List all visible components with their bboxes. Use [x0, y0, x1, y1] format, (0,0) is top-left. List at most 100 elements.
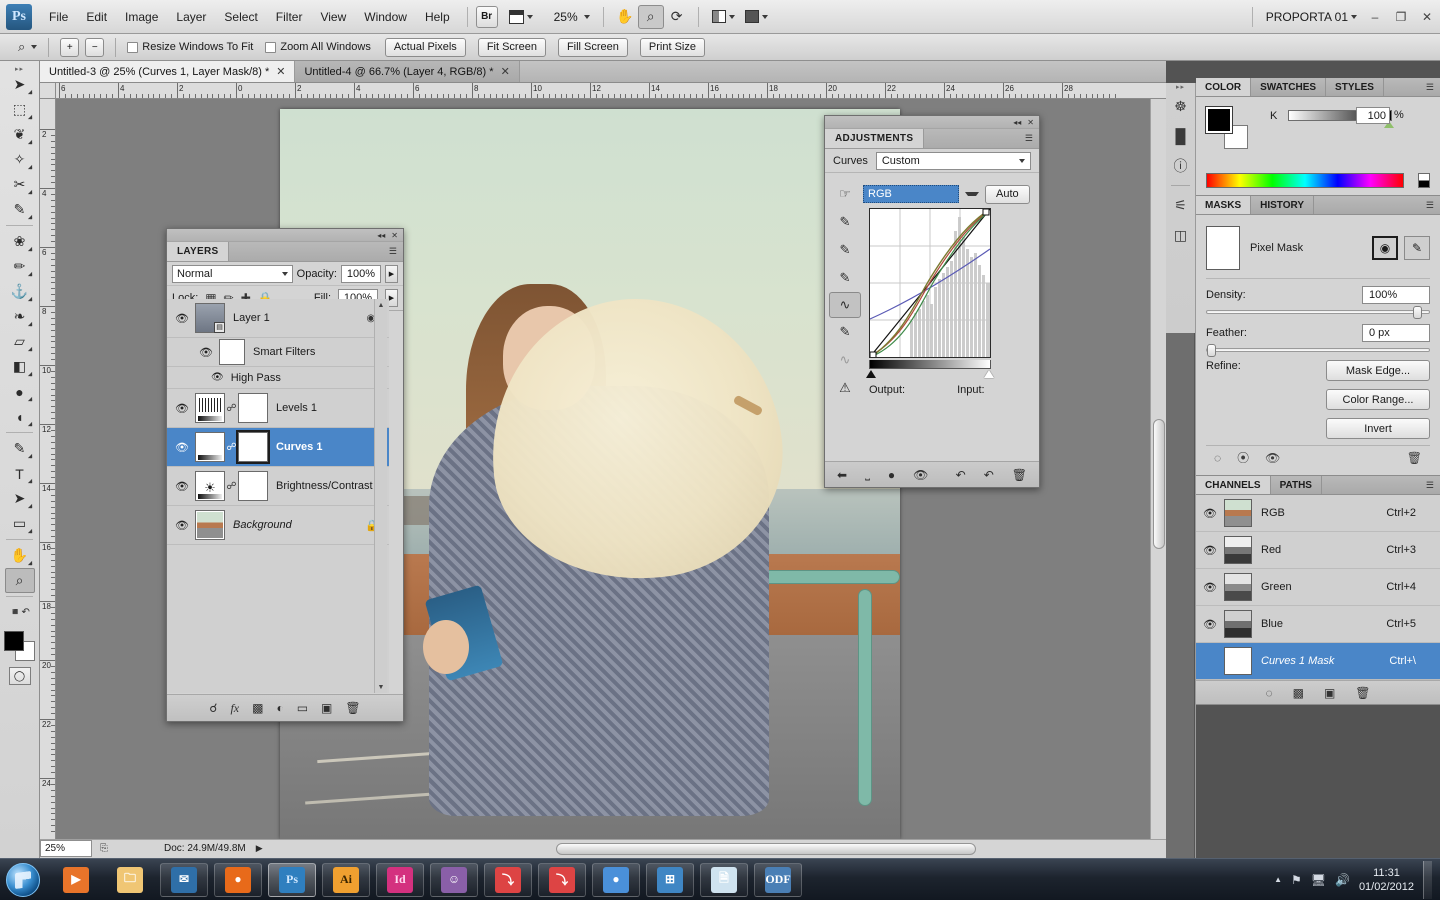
- arrange-documents-dropdown[interactable]: [707, 6, 740, 28]
- channel-row-curves-1-mask[interactable]: Curves 1 Mask Ctrl+\: [1196, 643, 1440, 680]
- panel-menu-icon[interactable]: ☰: [1420, 196, 1440, 214]
- auto-button[interactable]: Auto: [985, 185, 1030, 204]
- chevron-down-icon[interactable]: [965, 192, 979, 196]
- layer-row-brightness-contrast-1[interactable]: 👁 ☀ ☍ Brightness/Contrast 1: [167, 467, 389, 506]
- close-icon[interactable]: ✕: [1027, 118, 1034, 127]
- status-zoom-field[interactable]: 25%: [40, 840, 92, 857]
- layers-panel-titlebar[interactable]: ◂◂ ✕: [167, 229, 403, 242]
- density-value[interactable]: 100%: [1362, 286, 1430, 304]
- load-channel-as-selection-icon[interactable]: ◌: [1265, 686, 1272, 700]
- dock-grip[interactable]: ▸▸: [1166, 83, 1195, 91]
- layer-row-background[interactable]: 👁 Background 🔒: [167, 506, 389, 545]
- visibility-eye-icon[interactable]: 👁: [1196, 618, 1224, 631]
- tool-preset-chevron-icon[interactable]: [31, 45, 37, 49]
- zoom-all-windows-checkbox[interactable]: Zoom All Windows: [265, 41, 370, 53]
- new-group-icon[interactable]: ▭: [297, 701, 308, 715]
- taskbar-item-file-explorer[interactable]: 🗀: [106, 863, 154, 897]
- visibility-eye-icon[interactable]: 👁: [169, 480, 195, 493]
- menu-select[interactable]: Select: [215, 6, 266, 28]
- k-channel-input[interactable]: 100: [1356, 107, 1390, 124]
- tool-presets-icon[interactable]: ⚟: [1166, 190, 1195, 220]
- visibility-eye-icon[interactable]: 👁: [169, 402, 195, 415]
- foreground-color-swatch[interactable]: [4, 631, 24, 651]
- visibility-eye-icon[interactable]: 👁: [1196, 507, 1224, 520]
- visibility-eye-icon[interactable]: 👁: [169, 312, 195, 325]
- mask-edge-button[interactable]: Mask Edge...: [1326, 360, 1430, 381]
- opacity-stepper[interactable]: ▶: [385, 265, 398, 283]
- tab-channels[interactable]: CHANNELS: [1196, 476, 1271, 494]
- menu-image[interactable]: Image: [116, 6, 167, 28]
- histogram-icon[interactable]: █: [1166, 121, 1195, 151]
- taskbar-item-pdf-reader-2[interactable]: ⤵: [538, 863, 586, 897]
- document-tab-untitled-3[interactable]: Untitled-3 @ 25% (Curves 1, Layer Mask/8…: [40, 61, 295, 82]
- hand-tool[interactable]: ✋: [5, 543, 35, 568]
- channel-select[interactable]: RGB: [863, 185, 959, 203]
- rotate-view-icon[interactable]: ⟳: [664, 5, 690, 29]
- delete-layer-icon[interactable]: 🗑: [345, 701, 360, 715]
- density-slider-knob[interactable]: [1413, 306, 1422, 319]
- menu-view[interactable]: View: [311, 6, 355, 28]
- layer-style-fx-icon[interactable]: fx: [230, 701, 239, 716]
- taskbar-item-photoshop[interactable]: Ps: [268, 863, 316, 897]
- link-mask-icon[interactable]: ☍: [225, 403, 238, 414]
- curves-graph[interactable]: [869, 208, 991, 358]
- launch-bridge-button[interactable]: Br: [476, 6, 498, 28]
- layer-row-layer-1[interactable]: 👁 ▤ Layer 1 ◉ ▴: [167, 299, 389, 338]
- zoom-in-button[interactable]: +: [60, 38, 79, 57]
- menu-edit[interactable]: Edit: [77, 6, 116, 28]
- delete-channel-icon[interactable]: 🗑: [1355, 686, 1370, 700]
- channel-row-red[interactable]: 👁 Red Ctrl+3: [1196, 532, 1440, 569]
- eyedropper-tool[interactable]: ✎: [5, 197, 35, 222]
- smart-filters-mask-thumbnail[interactable]: [219, 339, 245, 365]
- layer-comps-icon[interactable]: ◫: [1166, 220, 1195, 250]
- path-selection-tool[interactable]: ➤: [5, 486, 35, 511]
- canvas-vertical-scrollbar[interactable]: [1150, 99, 1166, 839]
- visibility-eye-icon[interactable]: 👁: [1196, 544, 1224, 557]
- toolbox-grip[interactable]: ▸▸: [0, 65, 39, 72]
- clone-stamp-tool[interactable]: ⚓: [5, 279, 35, 304]
- pixel-mask-icon[interactable]: ◉: [1372, 236, 1398, 260]
- gradient-tool[interactable]: ◧: [5, 354, 35, 379]
- layer-name[interactable]: Background: [225, 519, 292, 531]
- scrollbar-thumb[interactable]: [1153, 419, 1165, 549]
- show-desktop-button[interactable]: [1423, 861, 1432, 899]
- color-swatches[interactable]: [4, 631, 36, 661]
- mask-thumbnail[interactable]: [1206, 226, 1240, 270]
- close-button[interactable]: ✕: [1414, 6, 1440, 28]
- curve-point-tool-icon[interactable]: ∿: [829, 292, 861, 318]
- document-tab-untitled-4[interactable]: Untitled-4 @ 66.7% (Layer 4, RGB/8) * ✕: [295, 61, 519, 82]
- panel-menu-icon[interactable]: ☰: [1420, 476, 1440, 494]
- menu-layer[interactable]: Layer: [167, 6, 215, 28]
- pen-tool[interactable]: ✎: [5, 436, 35, 461]
- taskbar-item-control-panel[interactable]: ⊞: [646, 863, 694, 897]
- info-icon[interactable]: ⓘ: [1166, 151, 1195, 181]
- layers-list[interactable]: 👁 ▤ Layer 1 ◉ ▴ 👁 Smart Filters 👁 High P…: [167, 299, 389, 693]
- add-layer-mask-icon[interactable]: ▩: [252, 701, 263, 715]
- taskbar-item-illustrator[interactable]: Ai: [322, 863, 370, 897]
- tab-masks[interactable]: MASKS: [1196, 196, 1251, 214]
- blend-mode-select[interactable]: Normal: [172, 265, 293, 283]
- smooth-curve-tool-icon[interactable]: ∿: [829, 346, 861, 374]
- zoom-out-button[interactable]: −: [85, 38, 104, 57]
- screen-mode-dropdown[interactable]: [740, 6, 773, 28]
- layer-thumbnail[interactable]: ▤: [195, 303, 225, 333]
- vector-mask-icon[interactable]: ✎: [1404, 236, 1430, 260]
- taskbar-item-firefox[interactable]: ●: [214, 863, 262, 897]
- layer-mask-thumbnail[interactable]: [238, 471, 268, 501]
- opacity-input[interactable]: 100%: [341, 265, 381, 283]
- channels-list[interactable]: 👁 RGB Ctrl+2 👁 Red Ctrl+3 👁 Green Ctrl+4: [1196, 495, 1440, 680]
- tab-adjustments[interactable]: ADJUSTMENTS: [825, 129, 924, 148]
- status-menu-icon[interactable]: ▶: [256, 843, 263, 854]
- print-size-button[interactable]: Print Size: [640, 38, 705, 57]
- new-channel-icon[interactable]: ▣: [1324, 686, 1335, 700]
- start-orb-icon[interactable]: [6, 863, 40, 897]
- save-selection-as-channel-icon[interactable]: ▩: [1293, 686, 1304, 700]
- link-mask-icon[interactable]: ☍: [225, 442, 238, 453]
- view-previous-state-icon[interactable]: ●: [888, 468, 895, 482]
- swap-colors-icon[interactable]: ◾↶: [5, 600, 35, 625]
- toggle-layer-visibility-icon[interactable]: 👁: [913, 468, 928, 482]
- spot-healing-brush-tool[interactable]: ❀: [5, 229, 35, 254]
- shape-tool[interactable]: ▭: [5, 511, 35, 536]
- move-tool[interactable]: ➤: [5, 72, 35, 97]
- load-selection-from-mask-icon[interactable]: ◌: [1214, 451, 1221, 465]
